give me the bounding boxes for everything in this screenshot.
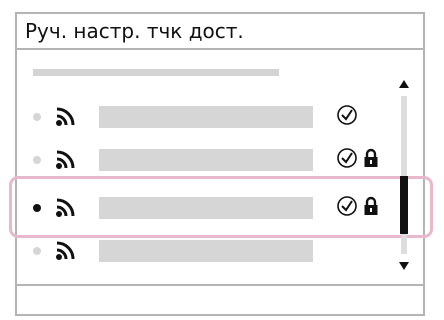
- access-point-row-4[interactable]: [33, 233, 393, 267]
- access-point-row-1[interactable]: [33, 99, 393, 133]
- list-header-placeholder: [33, 69, 279, 76]
- page-title: Руч. настр. тчк дост.: [15, 12, 425, 50]
- wifi-icon: [56, 150, 75, 169]
- access-point-name: [99, 240, 313, 262]
- unselected-dot-icon: [33, 247, 41, 255]
- scroll-thumb[interactable]: [400, 176, 408, 234]
- access-point-row-2[interactable]: [33, 142, 393, 176]
- access-point-name: [99, 106, 313, 128]
- wifi-icon: [56, 107, 75, 126]
- arrow-down-icon[interactable]: [399, 262, 409, 270]
- list-scrollbar[interactable]: [397, 80, 411, 272]
- access-point-name: [99, 149, 313, 171]
- lock-icon: [364, 148, 378, 167]
- arrow-up-icon[interactable]: [399, 80, 409, 88]
- check-icon: [337, 105, 357, 125]
- wifi-icon: [56, 241, 75, 260]
- unselected-dot-icon: [33, 156, 41, 164]
- selection-highlight: [9, 176, 433, 238]
- footer-divider: [17, 284, 423, 286]
- check-icon: [337, 148, 357, 168]
- unselected-dot-icon: [33, 113, 41, 121]
